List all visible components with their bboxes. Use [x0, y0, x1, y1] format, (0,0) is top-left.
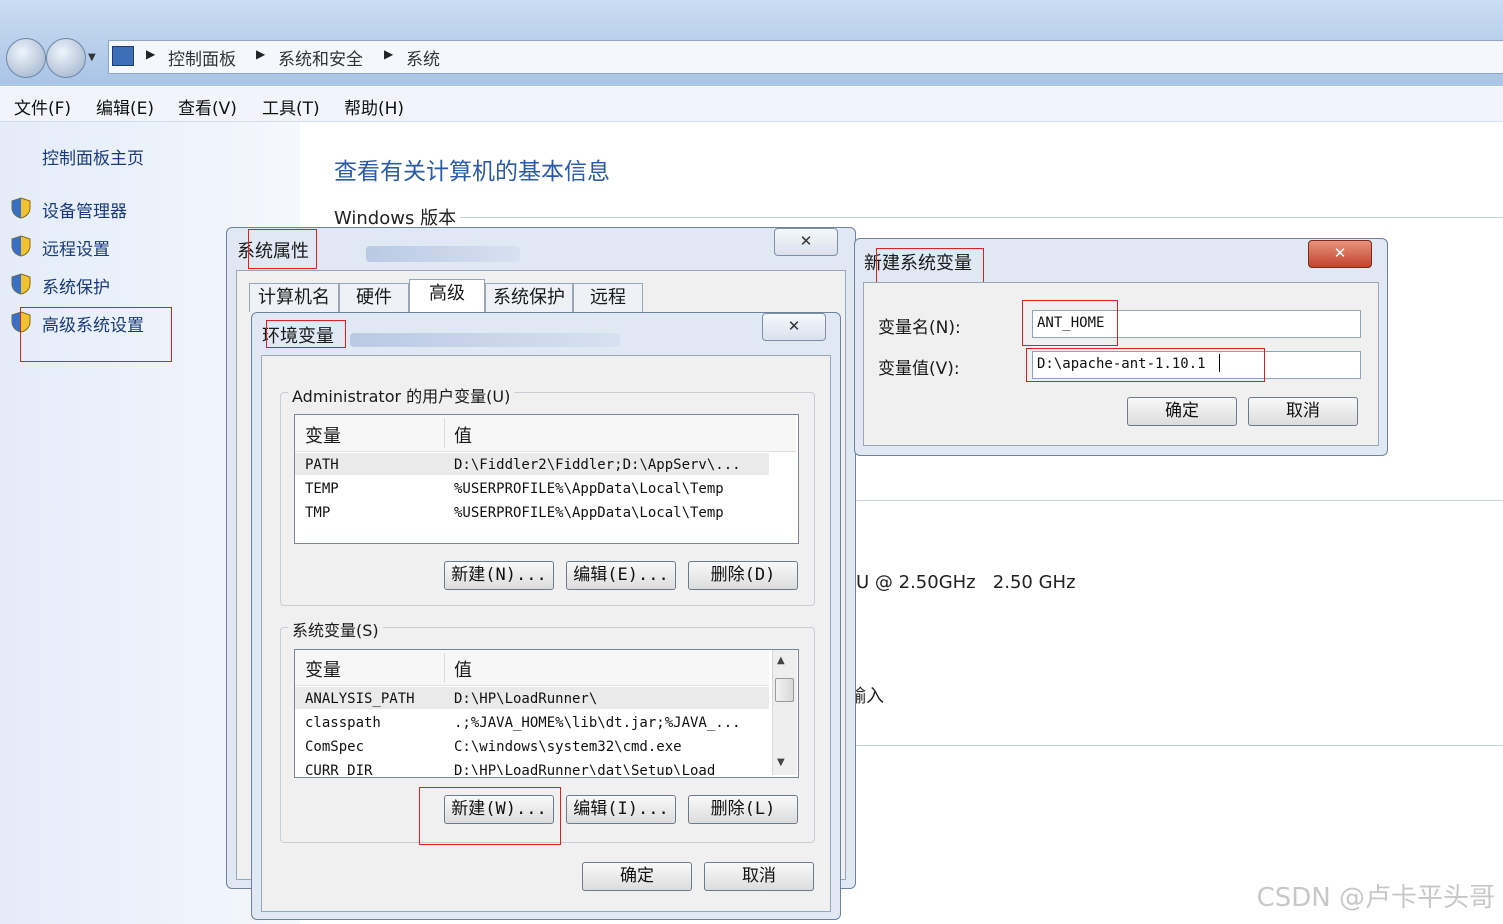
highlight-box: [1022, 300, 1118, 346]
table-cell-value[interactable]: %USERPROFILE%\AppData\Local\Temp: [454, 505, 724, 521]
highlight-box: [248, 229, 317, 269]
table-cell-name[interactable]: ComSpec: [305, 739, 364, 755]
highlight-box: [266, 320, 346, 348]
system-edit-button[interactable]: 编辑(I)...: [566, 795, 676, 824]
tab-advanced[interactable]: 高级: [409, 279, 485, 312]
sidebar-item-device-manager[interactable]: 设备管理器: [42, 197, 127, 222]
user-new-button[interactable]: 新建(N)...: [444, 561, 554, 590]
sidebar-item-system-protection[interactable]: 系统保护: [42, 273, 110, 298]
blurred-text: [350, 333, 620, 347]
table-cell-value[interactable]: D:\HP\LoadRunner\: [454, 691, 597, 707]
table-cell-value[interactable]: %USERPROFILE%\AppData\Local\Temp: [454, 481, 724, 497]
user-edit-button[interactable]: 编辑(E)...: [566, 561, 676, 590]
breadcrumb-system[interactable]: 系统: [406, 45, 440, 70]
sidebar-item-remote-settings[interactable]: 远程设置: [42, 235, 110, 260]
divider: [856, 745, 1503, 746]
list-header: [295, 650, 769, 686]
variable-value-label: 变量值(V):: [878, 359, 960, 379]
variable-name-label: 变量名(N):: [878, 318, 961, 338]
menu-file[interactable]: 文件(F): [14, 94, 71, 119]
close-icon[interactable]: ✕: [774, 228, 838, 256]
ok-button[interactable]: 确定: [582, 862, 692, 891]
column-header-value[interactable]: 值: [454, 422, 472, 448]
system-delete-button[interactable]: 删除(L): [688, 795, 798, 824]
close-icon[interactable]: ✕: [1308, 240, 1372, 268]
table-cell-value[interactable]: .;%JAVA_HOME%\lib\dt.jar;%JAVA_...: [454, 715, 741, 731]
table-cell-value[interactable]: D:\HP\LoadRunner\dat\Setup\Load: [454, 763, 715, 775]
highlight-box: [876, 248, 984, 285]
ok-button[interactable]: 确定: [1127, 397, 1237, 426]
table-cell-name[interactable]: classpath: [305, 715, 381, 731]
close-icon[interactable]: ✕: [762, 313, 826, 341]
table-cell-name[interactable]: TEMP: [305, 481, 339, 497]
breadcrumb-arrow-icon: ▶: [384, 47, 394, 61]
highlight-box: [419, 787, 561, 845]
tab-remote[interactable]: 远程: [573, 283, 643, 312]
breadcrumb-control-panel[interactable]: 控制面板: [168, 45, 236, 70]
shield-icon: [11, 273, 31, 295]
list-header: [295, 415, 796, 452]
column-divider: [444, 418, 445, 448]
shield-icon: [11, 197, 31, 219]
breadcrumb-arrow-icon: ▶: [146, 47, 156, 61]
tab-computer-name[interactable]: 计算机名: [249, 283, 339, 312]
menu-help[interactable]: 帮助(H): [344, 94, 404, 119]
tab-system-protection[interactable]: 系统保护: [485, 283, 573, 312]
table-cell-value[interactable]: D:\Fiddler2\Fiddler;D:\AppServ\...: [454, 457, 741, 473]
scroll-up-icon[interactable]: ▲: [777, 655, 785, 666]
menu-tools[interactable]: 工具(T): [262, 94, 320, 119]
divider: [460, 217, 1503, 218]
menu-view[interactable]: 查看(V): [178, 94, 237, 119]
table-cell-name[interactable]: PATH: [305, 457, 339, 473]
blurred-text: [366, 246, 520, 262]
cancel-button[interactable]: 取消: [704, 862, 814, 891]
column-divider: [444, 653, 445, 683]
highlight-box: [1026, 348, 1265, 382]
scroll-down-icon[interactable]: ▼: [777, 757, 785, 768]
menu-edit[interactable]: 编辑(E): [96, 94, 154, 119]
forward-button[interactable]: [46, 38, 86, 78]
user-variables-label: Administrator 的用户变量(U): [288, 383, 515, 407]
scroll-thumb[interactable]: [775, 678, 794, 702]
page-title: 查看有关计算机的基本信息: [334, 159, 610, 185]
cancel-button[interactable]: 取消: [1248, 397, 1358, 426]
system-variables-label: 系统变量(S): [288, 617, 383, 641]
breadcrumb-arrow-icon: ▶: [256, 47, 266, 61]
back-button[interactable]: [6, 38, 46, 78]
watermark: CSDN @卢卡平头哥: [1256, 883, 1495, 913]
column-header-variable[interactable]: 变量: [305, 422, 341, 448]
history-dropdown-icon[interactable]: ▼: [88, 52, 96, 63]
sidebar-home-link[interactable]: 控制面板主页: [42, 144, 144, 169]
table-cell-name[interactable]: CURR_DIR: [305, 763, 372, 775]
highlight-box: [20, 307, 172, 362]
table-cell-name[interactable]: TMP: [305, 505, 330, 521]
table-cell-value[interactable]: C:\windows\system32\cmd.exe: [454, 739, 682, 755]
divider: [856, 500, 1503, 501]
processor-info: U @ 2.50GHz 2.50 GHz: [856, 572, 1076, 593]
column-header-variable[interactable]: 变量: [305, 656, 341, 682]
shield-icon: [11, 235, 31, 257]
table-cell-name[interactable]: ANALYSIS_PATH: [305, 691, 415, 707]
user-delete-button[interactable]: 删除(D): [688, 561, 798, 590]
control-panel-icon: [112, 46, 134, 66]
column-header-value[interactable]: 值: [454, 656, 472, 682]
breadcrumb-system-security[interactable]: 系统和安全: [278, 45, 363, 70]
partial-row-clip: CURR_DIR D:\HP\LoadRunner\dat\Setup\Load: [295, 761, 769, 775]
tab-hardware[interactable]: 硬件: [339, 283, 409, 312]
